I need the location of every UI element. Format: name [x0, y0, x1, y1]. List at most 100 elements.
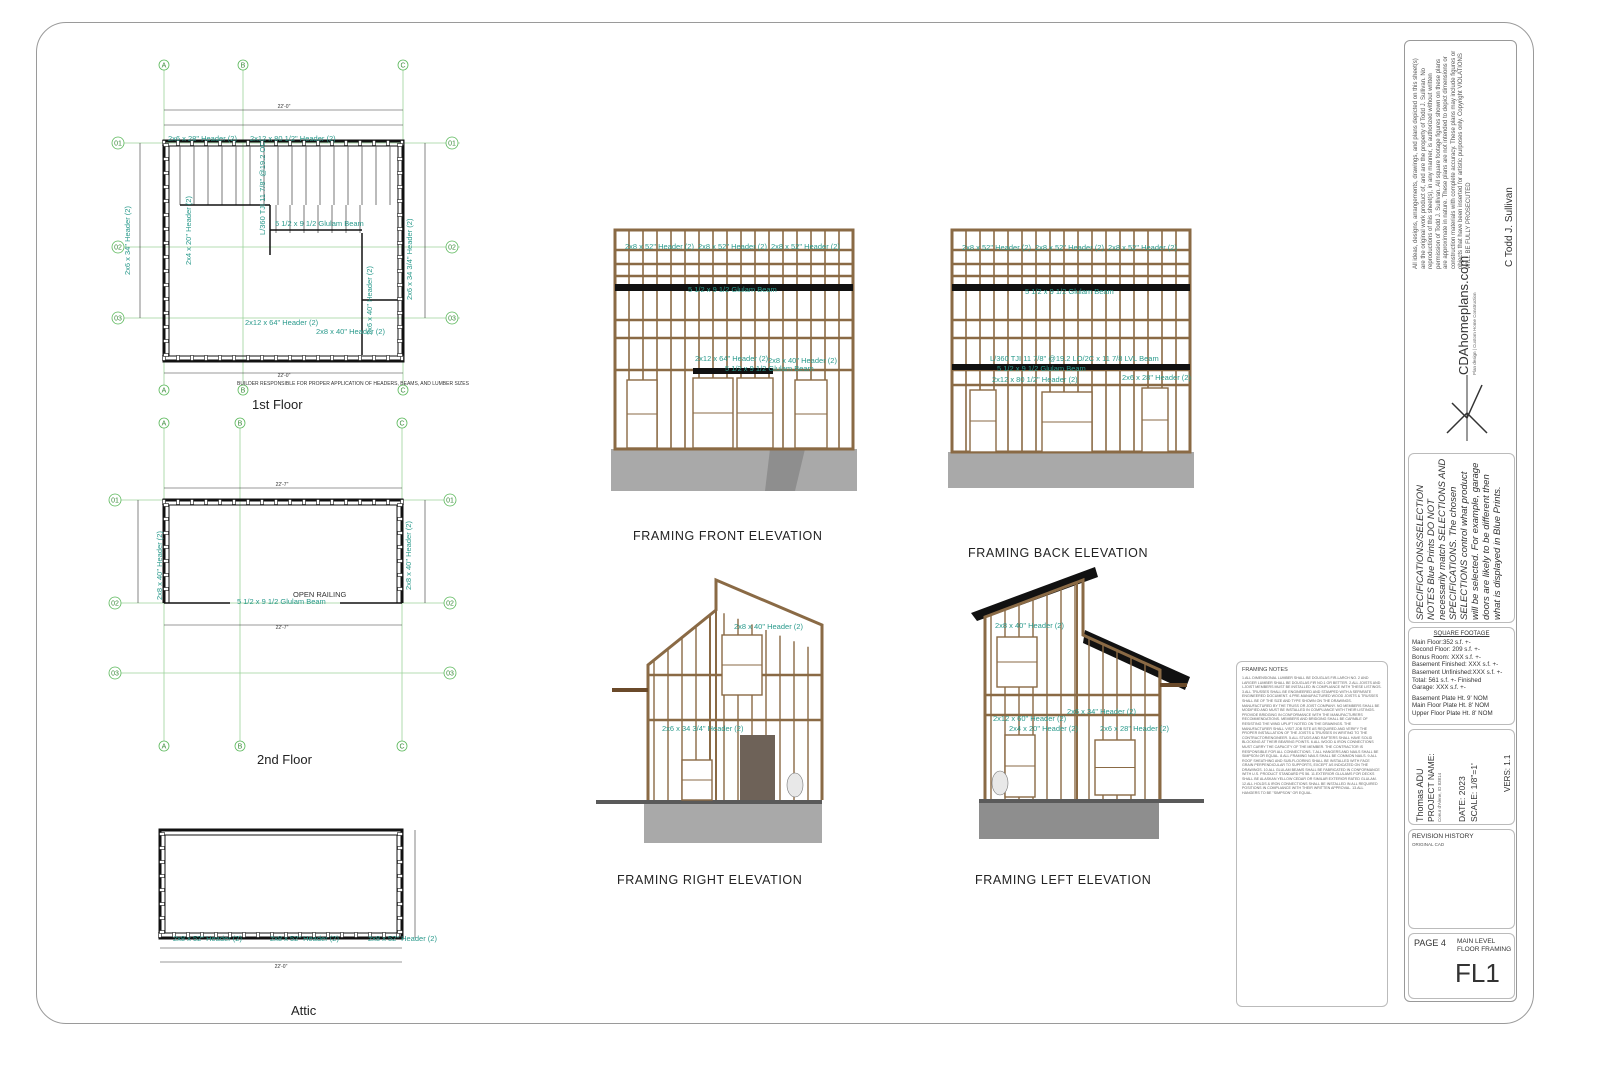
svg-text:2x8 x 52" Header (2): 2x8 x 52" Header (2) — [625, 242, 694, 251]
svg-text:22'-7": 22'-7" — [276, 482, 289, 488]
header-label: 2x8 x 52" Header (2) — [173, 934, 242, 943]
header-label: 2x8 x 52" Header (2) — [270, 934, 339, 943]
title-block: All ideas, designs, arrangements, drawin… — [1404, 40, 1517, 1002]
second-floor-title: 2nd Floor — [257, 752, 312, 767]
svg-text:2x8 x 40" Header (2): 2x8 x 40" Header (2) — [995, 621, 1064, 630]
project-label: PROJECT NAME: — [1426, 753, 1436, 822]
sqft-item: Bonus Room: XXX s.f. +- — [1412, 653, 1481, 661]
copyright-section: All ideas, designs, arrangements, drawin… — [1408, 45, 1515, 273]
svg-text:5 1/2 x 9 1/2 Glulam Beam: 5 1/2 x 9 1/2 Glulam Beam — [997, 364, 1086, 373]
project-scale: SCALE: 1/8"=1' — [1469, 763, 1479, 822]
svg-text:B: B — [238, 421, 243, 428]
svg-text:2x6 x 28" Header (2): 2x6 x 28" Header (2) — [1122, 373, 1191, 382]
version: VERS: 1.1 — [1503, 754, 1512, 792]
author-name: C Todd J. Sullivan — [1504, 187, 1515, 267]
svg-text:2x12 x 64" Header (2): 2x12 x 64" Header (2) — [695, 354, 769, 363]
svg-text:22'-0": 22'-0" — [278, 373, 291, 379]
svg-text:L/360 TJI 11 7/8" @19.2 LO/2C: L/360 TJI 11 7/8" @19.2 LO/2C x 11 7/8 L… — [990, 354, 1159, 363]
svg-text:B: B — [241, 63, 246, 70]
header-label: 2x8 x 52" Header (2) — [368, 934, 437, 943]
back-elevation-title: FRAMING BACK ELEVATION — [968, 546, 1149, 560]
sqft-item: Basement Unfinished:XXX s.f. +- — [1412, 668, 1503, 676]
svg-text:2x8 x 52" Header (2): 2x8 x 52" Header (2) — [1108, 243, 1177, 252]
svg-text:A: A — [162, 63, 167, 70]
svg-text:03: 03 — [448, 316, 456, 323]
header-label: 2x8 x 40" Header (2) — [404, 521, 413, 590]
framing-notes-panel: FRAMING NOTES 1.ALL DIMENSIONAL LUMBER S… — [1236, 661, 1388, 1007]
svg-text:B: B — [238, 744, 243, 751]
svg-text:02: 02 — [111, 601, 119, 608]
svg-text:5 1/2 x 9 1/2 Glulam Beam: 5 1/2 x 9 1/2 Glulam Beam — [688, 285, 777, 294]
svg-text:22'-7": 22'-7" — [276, 625, 289, 631]
sqft-list: Main Floor:352 s.f. +- Second Floor: 209 … — [1412, 639, 1511, 692]
logo-section: CDAhomeplans.com Plan design | Custom Ho… — [1408, 256, 1513, 447]
spec-note: SPECIFICATIONS/SELECTION NOTES Blue Prin… — [1415, 458, 1503, 620]
svg-text:A: A — [162, 421, 167, 428]
sqft-item: Total: 561 s.f. +- Finished — [1412, 676, 1482, 684]
revision-title: REVISION HISTORY — [1412, 833, 1474, 840]
sheet-id: FL1 — [1455, 958, 1500, 988]
sheet-id-section: PAGE 4 MAIN LEVEL FLOOR FRAMING FL1 — [1408, 933, 1515, 999]
stud-framing — [613, 228, 855, 451]
left-elevation: 2x8 x 40" Header (2) 2x6 x 34" Header (2… — [971, 567, 1204, 839]
wall-studs — [162, 499, 404, 591]
roof-framing — [612, 577, 824, 800]
svg-text:B: B — [241, 388, 246, 395]
svg-text:5 1/2 x 9 1/2 Glulam Beam: 5 1/2 x 9 1/2 Glulam Beam — [725, 364, 814, 373]
foundation — [948, 452, 1194, 488]
svg-text:02: 02 — [114, 245, 122, 252]
svg-text:2x6 x 34" Header (2): 2x6 x 34" Header (2) — [1067, 707, 1136, 716]
website: CDAhomeplans.com — [1456, 255, 1471, 375]
svg-text:03: 03 — [111, 671, 119, 678]
svg-text:2x8 x 40" Header (2): 2x8 x 40" Header (2) — [734, 622, 803, 631]
sqft-item: Second Floor: 209 s.f. +- — [1412, 646, 1480, 654]
spec-note-section: SPECIFICATIONS/SELECTION NOTES Blue Prin… — [1408, 453, 1515, 623]
svg-text:01: 01 — [446, 498, 454, 505]
svg-text:2x6 x 34 3/4" Header (2): 2x6 x 34 3/4" Header (2) — [662, 724, 744, 733]
svg-text:02: 02 — [448, 245, 456, 252]
builder-note: BUILDER RESPONSIBLE FOR PROPER APPLICATI… — [237, 381, 470, 387]
svg-text:03: 03 — [446, 671, 454, 678]
header-label: 2x6 x 40" Header (2) — [365, 266, 374, 335]
header-label: 2x6 x 28" Header (2) — [168, 134, 237, 143]
svg-text:2x8 x 52" Header (2): 2x8 x 52" Header (2) — [1035, 243, 1104, 252]
header-label: 2x6 x 34" Header (2) — [123, 206, 132, 275]
plate-height-list: Basement Plate Ht. 9' NOM Main Floor Plat… — [1412, 695, 1511, 718]
right-elevation-title: FRAMING RIGHT ELEVATION — [617, 873, 803, 887]
header-label: 2x8 x 40" Header (2) — [316, 327, 385, 336]
glulam-label: 5 1/2 x 9 1/2 Glulam Beam — [237, 597, 326, 606]
wall-studs — [158, 832, 403, 938]
svg-text:2x8 x 52" Header (2): 2x8 x 52" Header (2) — [698, 242, 767, 251]
foundation — [611, 449, 857, 491]
svg-text:01: 01 — [111, 498, 119, 505]
plate-height-item: Upper Floor Plate Ht. 8' NOM — [1412, 709, 1493, 717]
first-floor-plan: A B C A B C 01 02 03 01 02 03 22'-0" 22'… — [111, 59, 470, 396]
project-name: Thomas ADU — [1415, 768, 1425, 822]
header-label: 2x8 x 40" Header (2) — [155, 531, 164, 600]
project-section: Thomas ADU PROJECT NAME: Coeur d'Alene, … — [1408, 729, 1515, 825]
svg-text:C: C — [400, 63, 405, 70]
first-floor-title: 1st Floor — [252, 397, 303, 412]
framing-notes-body: 1.ALL DIMENSIONAL LUMBER SHALL BE DOUGLA… — [1242, 676, 1382, 795]
svg-text:2x8 x 52" Header (2): 2x8 x 52" Header (2) — [771, 242, 840, 251]
website-tagline: Plan design | Custom Home Construction — [1472, 292, 1477, 375]
svg-text:2x12 x 60" Header (2): 2x12 x 60" Header (2) — [993, 714, 1067, 723]
svg-text:01: 01 — [448, 141, 456, 148]
svg-text:22'-0": 22'-0" — [278, 104, 291, 110]
svg-text:2x12 x 80 1/2" Header (2): 2x12 x 80 1/2" Header (2) — [992, 375, 1078, 384]
svg-text:A: A — [162, 744, 167, 751]
attic-plan: 22'-0" 2x8 x 52" Header (2) 2x8 x 52" He… — [158, 828, 437, 970]
revision-section: REVISION HISTORY ORIGINAL CAD — [1408, 829, 1515, 929]
header-label: 2x12 x 64" Header (2) — [245, 318, 319, 327]
copyright-text: All ideas, designs, arrangements, drawin… — [1413, 50, 1472, 269]
front-elevation-title: FRAMING FRONT ELEVATION — [633, 529, 823, 543]
svg-text:2x4 x 20" Header (2): 2x4 x 20" Header (2) — [1009, 724, 1078, 733]
front-elevation: 2x8 x 52" Header (2) 2x8 x 52" Header (2… — [611, 228, 857, 491]
project-address: Coeur d'Alene, ID 83814 — [1437, 772, 1442, 822]
stud-framing — [950, 228, 1192, 454]
svg-text:22'-0": 22'-0" — [275, 964, 288, 970]
plate-height-item: Basement Plate Ht. 9' NOM — [1412, 694, 1488, 702]
framing-notes-title: FRAMING NOTES — [1242, 667, 1288, 673]
exterior-walls — [158, 828, 404, 940]
plate-height-item: Main Floor Plate Ht. 8' NOM — [1412, 702, 1490, 710]
